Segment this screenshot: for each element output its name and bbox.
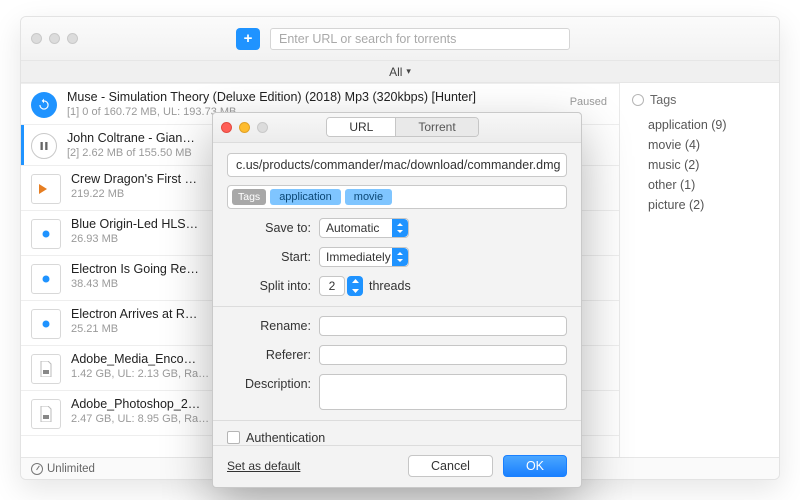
item-subtitle: 38.43 MB xyxy=(71,278,199,290)
speed-icon xyxy=(31,463,43,475)
threads-value[interactable]: 2 xyxy=(319,276,345,296)
file-icon xyxy=(31,219,61,249)
progress-indicator xyxy=(21,125,24,165)
zoom-icon xyxy=(257,122,268,133)
item-title: Adobe_Media_Enco… xyxy=(71,352,209,366)
tag-item[interactable]: movie (4) xyxy=(632,135,767,155)
chevron-updown-icon xyxy=(392,248,408,266)
filter-bar[interactable]: All ▾ xyxy=(21,61,779,83)
tag-item[interactable]: application (9) xyxy=(632,115,767,135)
tag-item[interactable]: picture (2) xyxy=(632,195,767,215)
source-tabs: URL Torrent xyxy=(326,117,478,137)
sidebar-heading: Tags xyxy=(632,93,767,107)
status-label: Unlimited xyxy=(47,463,95,475)
checkbox-icon xyxy=(227,431,240,444)
ok-button[interactable]: OK xyxy=(503,455,567,477)
cancel-button[interactable]: Cancel xyxy=(408,455,493,477)
item-title: Blue Origin-Led HLS… xyxy=(71,217,198,231)
tag-item[interactable]: music (2) xyxy=(632,155,767,175)
rename-input[interactable] xyxy=(319,316,567,336)
document-icon xyxy=(31,399,61,429)
titlebar: + Enter URL or search for torrents xyxy=(21,17,779,61)
close-window-icon[interactable] xyxy=(31,33,42,44)
rename-label: Rename: xyxy=(227,319,319,333)
item-subtitle: 2.47 GB, UL: 8.95 GB, Ra… xyxy=(71,413,209,425)
pause-icon[interactable] xyxy=(31,133,57,159)
item-title: Adobe_Photoshop_2… xyxy=(71,397,209,411)
document-icon xyxy=(31,354,61,384)
authentication-checkbox[interactable]: Authentication xyxy=(227,431,567,445)
add-download-dialog: URL Torrent c.us/products/commander/mac/… xyxy=(212,112,582,488)
item-subtitle: 1.42 GB, UL: 2.13 GB, Ra… xyxy=(71,368,209,380)
item-title: John Coltrane - Gian… xyxy=(67,131,195,145)
item-title: Electron Arrives at R… xyxy=(71,307,197,321)
minimize-window-icon[interactable] xyxy=(49,33,60,44)
item-subtitle: 26.93 MB xyxy=(71,233,198,245)
file-icon xyxy=(31,309,61,339)
start-select[interactable]: Immediately xyxy=(319,247,409,267)
threads-stepper[interactable]: 2 xyxy=(319,276,363,296)
tag-chip[interactable]: movie xyxy=(345,189,392,205)
chevron-down-icon: ▾ xyxy=(406,66,411,77)
add-button[interactable]: + xyxy=(236,28,260,50)
plus-icon: + xyxy=(244,30,253,47)
file-icon xyxy=(31,264,61,294)
split-label: Split into: xyxy=(227,279,319,293)
url-input[interactable]: c.us/products/commander/mac/download/com… xyxy=(227,153,567,177)
close-icon[interactable] xyxy=(221,122,232,133)
tags-field[interactable]: Tags application movie xyxy=(227,185,567,209)
dialog-footer: Set as default Cancel OK xyxy=(213,445,581,487)
refresh-icon xyxy=(31,92,57,118)
item-subtitle: 219.22 MB xyxy=(71,188,197,200)
tags-sidebar: Tags application (9) movie (4) music (2)… xyxy=(619,83,779,457)
step-up-icon[interactable] xyxy=(347,276,363,286)
tab-url[interactable]: URL xyxy=(327,118,395,136)
item-subtitle: 25.21 MB xyxy=(71,323,197,335)
tab-torrent[interactable]: Torrent xyxy=(395,118,477,136)
start-label: Start: xyxy=(227,250,319,264)
item-title: Muse - Simulation Theory (Deluxe Edition… xyxy=(67,90,476,104)
search-input[interactable]: Enter URL or search for torrents xyxy=(270,28,570,50)
item-title: Crew Dragon's First … xyxy=(71,172,197,186)
save-to-label: Save to: xyxy=(227,221,319,235)
tag-item[interactable]: other (1) xyxy=(632,175,767,195)
video-file-icon xyxy=(31,174,61,204)
window-controls xyxy=(31,33,78,44)
dialog-window-controls xyxy=(221,122,268,133)
tags-label: Tags xyxy=(232,189,266,205)
set-default-link[interactable]: Set as default xyxy=(227,459,300,473)
item-subtitle: [2] 2.62 MB of 155.50 MB xyxy=(67,147,195,159)
tag-chip[interactable]: application xyxy=(270,189,341,205)
filter-label: All xyxy=(389,65,402,79)
threads-suffix: threads xyxy=(369,279,411,293)
stepper-buttons[interactable] xyxy=(347,276,363,296)
referer-input[interactable] xyxy=(319,345,567,365)
chevron-updown-icon xyxy=(392,219,408,237)
zoom-window-icon[interactable] xyxy=(67,33,78,44)
dialog-header: URL Torrent xyxy=(213,113,581,143)
description-input[interactable] xyxy=(319,374,567,410)
item-title: Electron Is Going Re… xyxy=(71,262,199,276)
save-to-select[interactable]: Automatic xyxy=(319,218,409,238)
step-down-icon[interactable] xyxy=(347,286,363,296)
item-status: Paused xyxy=(570,96,607,108)
referer-label: Referer: xyxy=(227,348,319,362)
description-label: Description: xyxy=(227,374,319,391)
minimize-icon[interactable] xyxy=(239,122,250,133)
